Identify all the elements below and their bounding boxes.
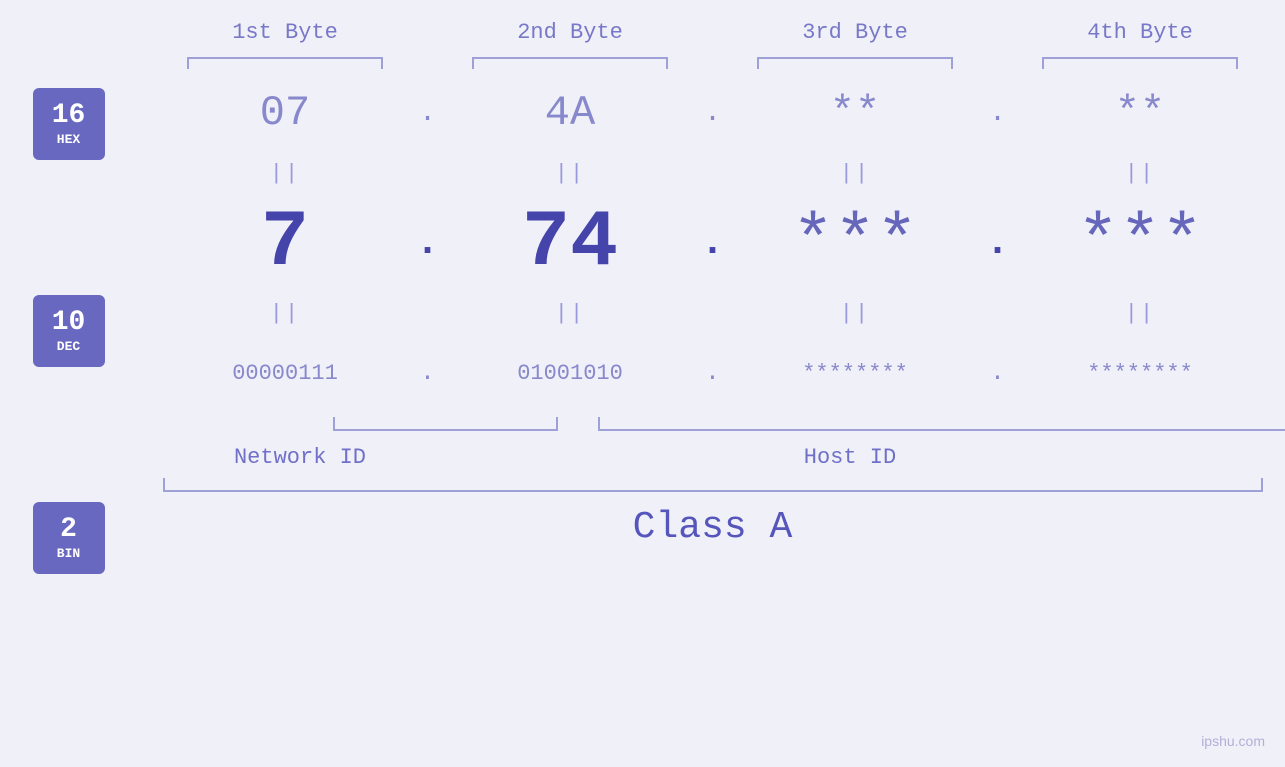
bin-sep-1: . [408, 360, 448, 387]
badges-column: 16 HEX 10 DEC 2 BIN [33, 73, 105, 594]
dec-byte-2: 74 [522, 198, 618, 289]
network-bracket [333, 417, 558, 431]
bin-byte-3-col: ******** [733, 361, 978, 386]
dec-number: 10 [52, 308, 86, 339]
equals-row-1: || || || || [163, 153, 1263, 193]
bracket-cell-4 [1018, 53, 1263, 73]
bin-row: 00000111 . 01001010 . ******** . *******… [163, 333, 1263, 413]
bin-dot-3: . [990, 360, 1004, 387]
bin-byte-2: 01001010 [517, 361, 623, 386]
eq2-3: || [733, 301, 978, 326]
bin-byte-1: 00000111 [232, 361, 338, 386]
network-id-label: Network ID [163, 445, 438, 470]
bin-byte-4-col: ******** [1018, 361, 1263, 386]
bin-badge: 2 BIN [33, 502, 105, 574]
dec-badge: 10 DEC [33, 295, 105, 367]
equals-row-2: || || || || [163, 293, 1263, 333]
hex-byte-3: ** [830, 89, 880, 137]
dec-dot-3: . [985, 221, 1009, 266]
column-headers: 1st Byte 2nd Byte 3rd Byte 4th Byte [163, 20, 1263, 53]
dec-sep-2: . [693, 221, 733, 266]
hex-byte-4: ** [1115, 89, 1165, 137]
bracket-3 [757, 57, 953, 69]
dec-byte-2-col: 74 [448, 198, 693, 289]
id-labels: Network ID Host ID [163, 445, 1263, 470]
hex-byte-3-col: ** [733, 89, 978, 137]
hex-byte-1: 07 [260, 89, 310, 137]
hex-byte-1-col: 07 [163, 89, 408, 137]
class-label: Class A [633, 506, 793, 549]
eq2-2: || [448, 301, 693, 326]
dec-byte-4: *** [1077, 204, 1203, 283]
dec-byte-1-col: 7 [163, 198, 408, 289]
dec-sep-1: . [408, 221, 448, 266]
host-bracket [598, 417, 1285, 431]
dec-label: DEC [57, 339, 80, 354]
bin-byte-3: ******** [802, 361, 908, 386]
col-header-3: 3rd Byte [733, 20, 978, 53]
dec-byte-4-col: *** [1018, 204, 1263, 283]
full-bottom-bracket-row [163, 478, 1263, 498]
bracket-cell-3 [733, 53, 978, 73]
bin-label: BIN [57, 546, 80, 561]
dec-dot-1: . [415, 221, 439, 266]
watermark: ipshu.com [1201, 733, 1265, 749]
eq2-1: || [163, 301, 408, 326]
hex-byte-2-col: 4A [448, 89, 693, 137]
bracket-cell-1 [163, 53, 408, 73]
hex-sep-1: . [408, 98, 448, 129]
bracket-4 [1042, 57, 1238, 69]
rows-wrapper: 16 HEX 10 DEC 2 BIN 07 . 4A . [163, 73, 1263, 549]
bin-sep-2: . [693, 360, 733, 387]
network-id-text: Network ID [234, 445, 366, 470]
eq2-4: || [1018, 301, 1263, 326]
eq-4: || [1018, 161, 1263, 186]
hex-byte-4-col: ** [1018, 89, 1263, 137]
col-header-4: 4th Byte [1018, 20, 1263, 53]
hex-label: HEX [57, 132, 80, 147]
bracket-1 [187, 57, 383, 69]
dec-byte-1: 7 [261, 198, 309, 289]
class-label-row: Class A [163, 506, 1263, 549]
bin-number: 2 [60, 515, 77, 546]
host-id-text: Host ID [804, 445, 896, 470]
bin-byte-1-col: 00000111 [163, 361, 408, 386]
eq-2: || [448, 161, 693, 186]
hex-badge: 16 HEX [33, 88, 105, 160]
hex-number: 16 [52, 101, 86, 132]
top-brackets [163, 53, 1263, 73]
eq-3: || [733, 161, 978, 186]
bin-dot-2: . [705, 360, 719, 387]
col-header-2: 2nd Byte [448, 20, 693, 53]
dec-byte-3-col: *** [733, 204, 978, 283]
bracket-2 [472, 57, 668, 69]
hex-row: 07 . 4A . ** . ** [163, 73, 1263, 153]
bin-byte-2-col: 01001010 [448, 361, 693, 386]
bin-dot-1: . [420, 360, 434, 387]
bin-byte-4: ******** [1087, 361, 1193, 386]
bottom-brackets [303, 417, 1285, 441]
hex-sep-3: . [978, 98, 1018, 129]
full-bottom-bracket [163, 478, 1263, 492]
dec-byte-3: *** [792, 204, 918, 283]
dec-row: 7 . 74 . *** . *** [163, 193, 1263, 293]
dec-sep-3: . [978, 221, 1018, 266]
bracket-cell-2 [448, 53, 693, 73]
bin-sep-3: . [978, 360, 1018, 387]
host-id-label: Host ID [438, 445, 1263, 470]
hex-byte-2: 4A [545, 89, 595, 137]
dec-dot-2: . [700, 221, 724, 266]
eq-1: || [163, 161, 408, 186]
hex-sep-2: . [693, 98, 733, 129]
col-header-1: 1st Byte [163, 20, 408, 53]
main-container: 1st Byte 2nd Byte 3rd Byte 4th Byte 16 [0, 0, 1285, 767]
